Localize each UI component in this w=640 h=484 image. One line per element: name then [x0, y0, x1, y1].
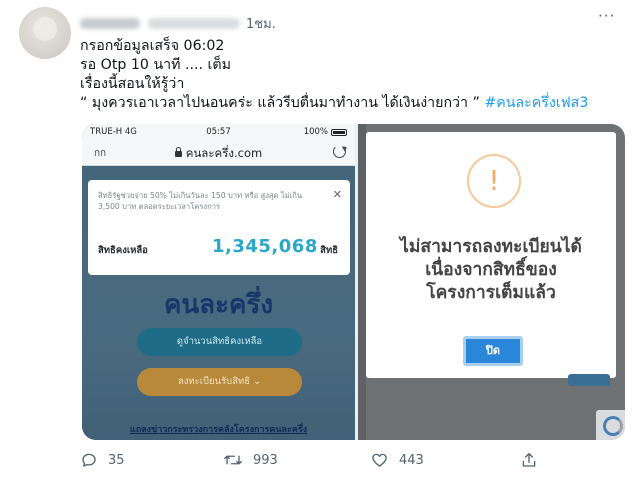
lock-icon — [174, 147, 182, 157]
recaptcha-icon — [596, 410, 625, 440]
background-strip — [358, 124, 366, 440]
retweet-button[interactable]: 993 — [223, 451, 278, 469]
reload-icon — [333, 145, 346, 158]
tweet: 1ชม. ··· กรอกข้อมูลเสร็จ 06:02 รอ Otp 10… — [0, 0, 640, 484]
reply-icon — [82, 453, 96, 467]
url-display: คนละครึ่ง.com — [82, 145, 355, 163]
tweet-line: เรื่องนี้สอนให้รู้ว่า — [80, 76, 185, 92]
heart-icon — [372, 453, 387, 467]
media-image-right[interactable]: ! ไม่สามารถลงทะเบียนได้ เนื่องจากสิทธิ์ข… — [358, 124, 625, 440]
tweet-line: รอ Otp 10 นาที .... เต็ม — [80, 57, 231, 73]
battery-percent: 100% — [303, 127, 328, 137]
brand-title: คนละครึ่ง — [163, 290, 274, 320]
tweet-media[interactable]: TRUE-H 4G 05:57 100% กก คนละครึ่ง.com สิ… — [82, 124, 625, 440]
more-options-icon[interactable]: ··· — [598, 9, 620, 26]
display-name-redacted[interactable] — [80, 17, 140, 29]
share-button[interactable] — [520, 451, 538, 469]
phone-status-bar: TRUE-H 4G 05:57 100% — [82, 124, 355, 140]
register-button: ลงทะเบียนรับสิทธิ ⌄ — [137, 368, 302, 396]
warning-icon: ! — [467, 154, 521, 208]
quota-value: 1,345,068 — [212, 236, 318, 257]
tweet-text: กรอกข้อมูลเสร็จ 06:02 รอ Otp 10 นาที ...… — [80, 37, 625, 113]
modal-message-line: โครงการเต็มแล้ว — [426, 283, 556, 303]
modal-message-line: เนื่องจากสิทธิ์ของ — [425, 260, 557, 280]
tweet-time[interactable]: 1ชม. — [246, 13, 276, 34]
url-text: คนละครึ่ง.com — [185, 146, 263, 160]
battery-icon — [331, 128, 347, 136]
tweet-line: กรอกข้อมูลเสร็จ 06:02 — [80, 38, 225, 54]
like-count: 443 — [399, 452, 424, 468]
handle-redacted[interactable] — [148, 17, 240, 29]
tweet-header: 1ชม. — [80, 13, 276, 33]
check-quota-button: ดูจำนวนสิทธิคงเหลือ — [137, 328, 302, 356]
retweet-icon — [224, 455, 242, 465]
news-link: แถลงข่าวกระทรวงการคลังโครงการคนละครึ่ง — [129, 425, 308, 435]
reply-button[interactable]: 35 — [80, 451, 125, 469]
like-button[interactable]: 443 — [370, 451, 424, 469]
modal-message-line: ไม่สามารถลงทะเบียนได้ — [400, 237, 582, 257]
reply-count: 35 — [108, 452, 125, 468]
quota-unit: สิทธิ — [320, 245, 338, 256]
hashtag-link[interactable]: #คนละครึ่งเฟส3 — [484, 95, 588, 111]
battery-indicator: 100% — [304, 127, 347, 137]
browser-url-bar: กก คนละครึ่ง.com — [82, 140, 355, 166]
retweet-count: 993 — [253, 452, 278, 468]
background-button — [568, 374, 610, 386]
tweet-actions: 35 993 443 — [80, 448, 640, 476]
quota-card: สิทธิรัฐช่วยจ่าย 50% ไม่เกินวันละ 150 บา… — [88, 180, 350, 275]
quota-note: สิทธิรัฐช่วยจ่าย 50% ไม่เกินวันละ 150 บา… — [98, 191, 303, 211]
avatar[interactable] — [19, 7, 71, 59]
close-icon: ✕ — [332, 188, 342, 201]
tweet-line: “ มุงควรเอาเวลาไปนอนคร่ะ แล้วรีบตื่นมาทำ… — [80, 95, 480, 111]
share-icon — [522, 452, 536, 467]
error-modal: ! ไม่สามารถลงทะเบียนได้ เนื่องจากสิทธิ์ข… — [366, 132, 616, 378]
modal-close-button: ปิด — [463, 336, 523, 366]
media-image-left[interactable]: TRUE-H 4G 05:57 100% กก คนละครึ่ง.com สิ… — [82, 124, 355, 440]
modal-message: ไม่สามารถลงทะเบียนได้ เนื่องจากสิทธิ์ของ… — [376, 236, 606, 305]
quota-label: สิทธิคงเหลือ — [98, 245, 148, 256]
tweet-line-with-hashtag: “ มุงควรเอาเวลาไปนอนคร่ะ แล้วรีบตื่นมาทำ… — [80, 94, 625, 113]
